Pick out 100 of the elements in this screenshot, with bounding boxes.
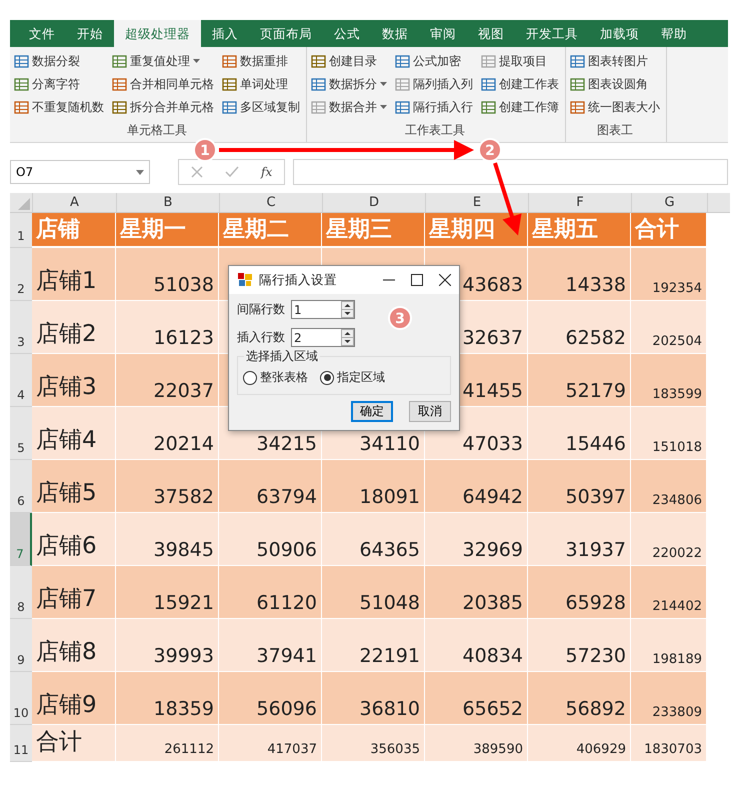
ribbon-button[interactable]: 创建工作表 — [481, 74, 559, 95]
grid-icon — [222, 54, 237, 69]
column-header[interactable]: F — [528, 193, 631, 212]
table-cell: 店铺4 — [32, 407, 116, 460]
column-header[interactable]: B — [116, 193, 219, 212]
ribbon-button[interactable]: 合并相同单元格 — [112, 74, 214, 95]
row-header[interactable]: 6 — [10, 460, 32, 513]
table-cell: 22037 — [116, 354, 219, 407]
ribbon-button[interactable]: 数据分裂 — [14, 51, 104, 72]
ribbon-button[interactable]: 隔列插入列 — [395, 74, 473, 95]
close-icon[interactable] — [439, 274, 451, 286]
grid-icon — [311, 100, 326, 115]
row-header[interactable]: 4 — [10, 354, 32, 407]
table-cell: 22191 — [322, 619, 425, 672]
row-header[interactable]: 3 — [10, 301, 32, 354]
row-header[interactable]: 9 — [10, 619, 32, 672]
ribbon-button[interactable]: 图表设圆角 — [570, 74, 660, 95]
row-header[interactable]: 2 — [10, 248, 32, 301]
ribbon-button[interactable]: 图表转图片 — [570, 51, 660, 72]
table-cell: 62582 — [528, 301, 631, 354]
table-cell: 50906 — [219, 513, 322, 566]
table-cell: 39845 — [116, 513, 219, 566]
ribbon-tab[interactable]: 审阅 — [419, 20, 467, 47]
ribbon-tab[interactable]: 数据 — [371, 20, 419, 47]
dialog-button[interactable]: 确定 — [351, 401, 393, 422]
table-cell: 店铺3 — [32, 354, 116, 407]
number-field[interactable]: 2 — [291, 328, 355, 347]
ribbon-tab[interactable]: 页面布局 — [249, 20, 323, 47]
ribbon-tab[interactable]: 帮助 — [650, 20, 698, 47]
ribbon-tab[interactable]: 加载项 — [589, 20, 650, 47]
caret-icon — [380, 105, 387, 110]
row-header[interactable]: 5 — [10, 407, 32, 460]
column-header[interactable]: A — [32, 193, 116, 212]
ribbon-button[interactable]: 数据拆分 — [311, 74, 387, 95]
grid-icon — [395, 54, 410, 69]
table-cell: 183599 — [631, 354, 707, 407]
ribbon-button[interactable]: 数据重排 — [222, 51, 300, 72]
grid-icon — [112, 100, 127, 115]
radio-option[interactable]: 整张表格 — [243, 369, 308, 386]
ribbon-tab[interactable]: 视图 — [467, 20, 515, 47]
table-cell: 星期四 — [425, 213, 528, 248]
grid-icon — [14, 77, 29, 92]
function-button[interactable]: fx — [261, 165, 272, 179]
row-header[interactable]: 8 — [10, 566, 32, 619]
ribbon-button[interactable]: 统一图表大小 — [570, 97, 660, 118]
row-header[interactable]: 11 — [10, 725, 32, 762]
step-marker: 2 — [478, 138, 502, 162]
checkmark-icon[interactable] — [225, 166, 239, 178]
ribbon-button[interactable]: 分离字符 — [14, 74, 104, 95]
field-label: 插入行数 — [237, 329, 285, 346]
name-box[interactable]: O7 — [10, 160, 150, 184]
row-header[interactable]: 7 — [10, 513, 32, 566]
table-cell: 50397 — [528, 460, 631, 513]
spin-arrows-icon[interactable] — [341, 329, 354, 346]
table-cell: 14338 — [528, 248, 631, 301]
app-icon — [237, 272, 253, 288]
dialog-button[interactable]: 取消 — [409, 401, 451, 422]
ribbon-button[interactable]: 创建目录 — [311, 51, 387, 72]
ribbon-button[interactable]: 多区域复制 — [222, 97, 300, 118]
number-field[interactable]: 1 — [291, 300, 355, 319]
table-cell: 合计 — [32, 725, 116, 762]
ribbon-button[interactable]: 提取项目 — [481, 51, 559, 72]
column-header[interactable]: D — [322, 193, 425, 212]
table-cell: 星期五 — [528, 213, 631, 248]
column-header[interactable]: E — [425, 193, 528, 212]
ribbon-button[interactable]: 拆分合并单元格 — [112, 97, 214, 118]
grid-icon — [112, 54, 127, 69]
ribbon-button[interactable]: 数据合并 — [311, 97, 387, 118]
table-cell: 店铺 — [32, 213, 116, 248]
table-cell: 51038 — [116, 248, 219, 301]
table-cell: 192354 — [631, 248, 707, 301]
ribbon-button[interactable]: 隔行插入行 — [395, 97, 473, 118]
ribbon-tab[interactable]: 超级处理器 — [114, 20, 201, 47]
row-header[interactable]: 10 — [10, 672, 32, 725]
table-cell: 198189 — [631, 619, 707, 672]
grid-icon — [395, 100, 410, 115]
row-header[interactable]: 1 — [10, 213, 32, 248]
formula-input[interactable] — [293, 159, 728, 185]
ribbon-tab[interactable]: 开发工具 — [515, 20, 589, 47]
table-cell: 店铺8 — [32, 619, 116, 672]
ribbon-button[interactable]: 不重复随机数 — [14, 97, 104, 118]
spin-arrows-icon[interactable] — [341, 301, 354, 318]
ribbon-tab[interactable]: 开始 — [66, 20, 114, 47]
table-cell: 417037 — [219, 725, 322, 762]
ribbon-button[interactable]: 单词处理 — [222, 74, 300, 95]
table-cell: 39993 — [116, 619, 219, 672]
table-cell: 37582 — [116, 460, 219, 513]
radio-option[interactable]: 指定区域 — [320, 369, 385, 386]
ribbon-button[interactable]: 公式加密 — [395, 51, 473, 72]
column-header[interactable]: C — [219, 193, 322, 212]
ribbon-button[interactable]: 重复值处理 — [112, 51, 214, 72]
table-cell: 15921 — [116, 566, 219, 619]
table-cell: 星期二 — [219, 213, 322, 248]
maximize-icon[interactable] — [411, 274, 423, 286]
ribbon-tab[interactable]: 插入 — [201, 20, 249, 47]
ribbon-tab[interactable]: 文件 — [18, 20, 66, 47]
column-header[interactable]: G — [631, 193, 707, 212]
caret-icon — [193, 59, 200, 64]
ribbon-tab[interactable]: 公式 — [323, 20, 371, 47]
ribbon-button[interactable]: 创建工作簿 — [481, 97, 559, 118]
